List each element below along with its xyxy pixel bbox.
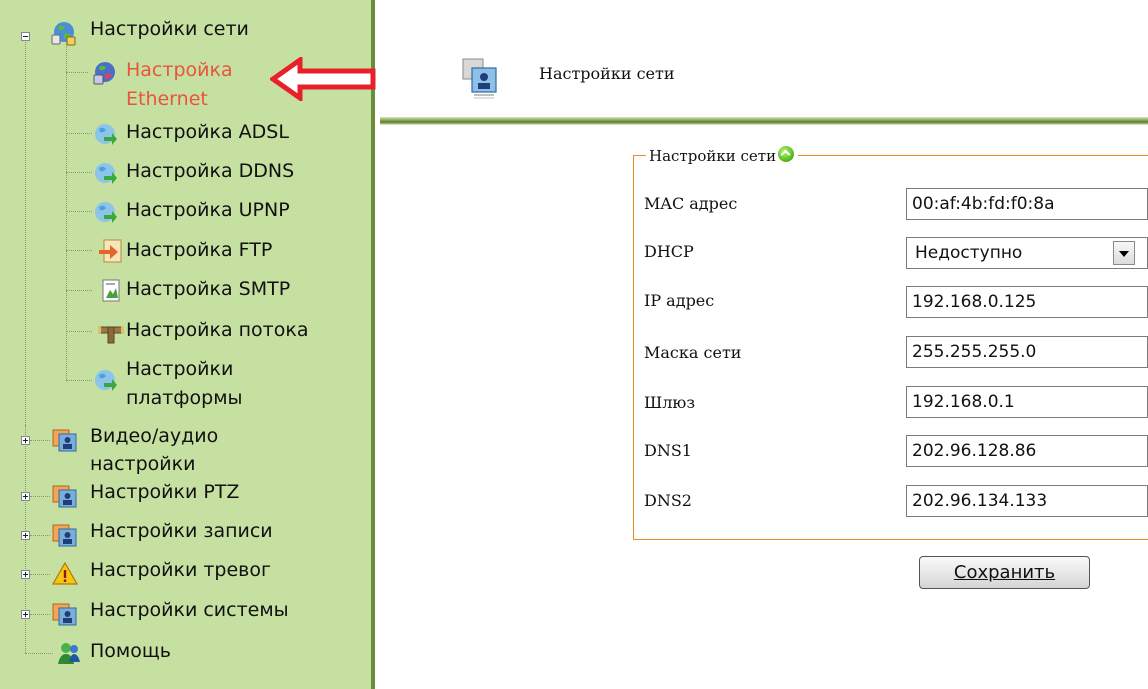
gateway-field[interactable]: [906, 386, 1148, 418]
tree-line: [30, 496, 50, 497]
dhcp-select[interactable]: Недоступно: [906, 237, 1148, 269]
tree-line: [30, 440, 50, 441]
sidebar-item-label[interactable]: Настройка UPNP: [126, 198, 290, 222]
tree-line: [66, 380, 92, 381]
tree-line: [30, 614, 50, 615]
dns1-field[interactable]: [906, 435, 1148, 467]
warning-icon: [52, 561, 78, 585]
sidebar-item-label[interactable]: Настройка SMTP: [126, 277, 290, 301]
tree-node-label[interactable]: настройки: [90, 452, 195, 476]
dns2-label: DNS2: [644, 491, 692, 510]
tree-node-label[interactable]: Настройки записи: [90, 519, 273, 543]
settings-window-icon: [52, 524, 77, 547]
tree-node-label[interactable]: Видео/аудио: [90, 424, 218, 448]
settings-window-icon: [52, 485, 77, 508]
tree-line: [66, 250, 92, 251]
sidebar-item-label[interactable]: Настройка FTP: [126, 238, 272, 262]
settings-window-icon: [52, 429, 77, 452]
dhcp-select-value: Недоступно: [915, 243, 1023, 263]
save-button[interactable]: Сохранить: [919, 556, 1090, 589]
dns2-field[interactable]: [906, 485, 1148, 517]
tree-node-label[interactable]: Помощь: [90, 639, 171, 663]
tree-node-label[interactable]: Настройки системы: [90, 598, 289, 622]
collapse-toggle-icon[interactable]: [21, 32, 30, 41]
sidebar-item-label[interactable]: Настройка потока: [126, 318, 309, 342]
tree-node-label[interactable]: Настройки сети: [90, 17, 249, 41]
expand-toggle-icon[interactable]: [21, 570, 30, 579]
ftp-arrow-icon: [99, 239, 122, 263]
tree-line: [66, 40, 67, 380]
mail-document-icon: [102, 279, 120, 302]
expand-toggle-icon[interactable]: [21, 492, 30, 501]
mac-label: MAC адрес: [644, 194, 738, 213]
ip-address-field[interactable]: [906, 286, 1148, 318]
chevron-down-icon[interactable]: [1113, 241, 1135, 265]
annotation-arrow-icon: [270, 57, 376, 101]
header-divider: [380, 117, 1148, 125]
tree-node-label[interactable]: Настройки PTZ: [90, 480, 239, 504]
help-person-icon: [58, 643, 80, 664]
sidebar-item-label[interactable]: Настройки: [126, 357, 233, 381]
sidebar-item-label[interactable]: Настройка ADSL: [126, 120, 289, 144]
collapse-up-icon[interactable]: [778, 146, 795, 162]
sidebar-item-label[interactable]: Настройка DDNS: [126, 159, 294, 183]
page-title: Настройки сети: [539, 64, 675, 83]
tree-line: [25, 40, 26, 425]
fieldset-legend-text: Настройки сети: [649, 147, 777, 165]
globe-icon: [95, 163, 117, 184]
tree-line: [66, 172, 92, 173]
tree-line: [66, 331, 92, 332]
mask-label: Маска сети: [644, 343, 742, 362]
network-globe-icon: [93, 62, 115, 85]
subnet-mask-field[interactable]: [906, 336, 1148, 368]
gateway-label: Шлюз: [644, 393, 696, 412]
expand-toggle-icon[interactable]: [21, 531, 30, 540]
tree-line: [66, 133, 92, 134]
network-globe-icon: [51, 22, 76, 46]
mac-address-field[interactable]: [906, 188, 1148, 220]
fieldset-legend: Настройки сети: [646, 146, 799, 166]
tree-line: [66, 290, 92, 291]
tree-line: [66, 211, 92, 212]
expand-toggle-icon[interactable]: [21, 436, 30, 445]
sidebar-border[interactable]: [371, 0, 375, 689]
dhcp-label: DHCP: [644, 242, 694, 261]
tree-line: [66, 72, 88, 73]
expand-toggle-icon[interactable]: [21, 610, 30, 619]
ip-label: IP адрес: [644, 291, 715, 310]
settings-window-icon: [52, 603, 77, 626]
sidebar-item-label[interactable]: Настройка: [126, 58, 233, 82]
globe-icon: [95, 370, 117, 391]
sidebar-item-label[interactable]: Ethernet: [126, 87, 208, 111]
pipe-icon: [98, 326, 124, 344]
globe-icon: [95, 124, 117, 145]
tree-line: [30, 535, 50, 536]
sidebar: Настройки сети Настройка Ethernet Настро…: [0, 0, 371, 689]
sidebar-item-label[interactable]: платформы: [126, 386, 243, 410]
tree-node-label[interactable]: Настройки тревог: [90, 558, 271, 582]
globe-icon: [95, 202, 117, 223]
tree-line: [30, 574, 50, 575]
dns1-label: DNS1: [644, 441, 692, 460]
tree-line: [25, 653, 53, 654]
network-settings-icon: [462, 58, 497, 99]
